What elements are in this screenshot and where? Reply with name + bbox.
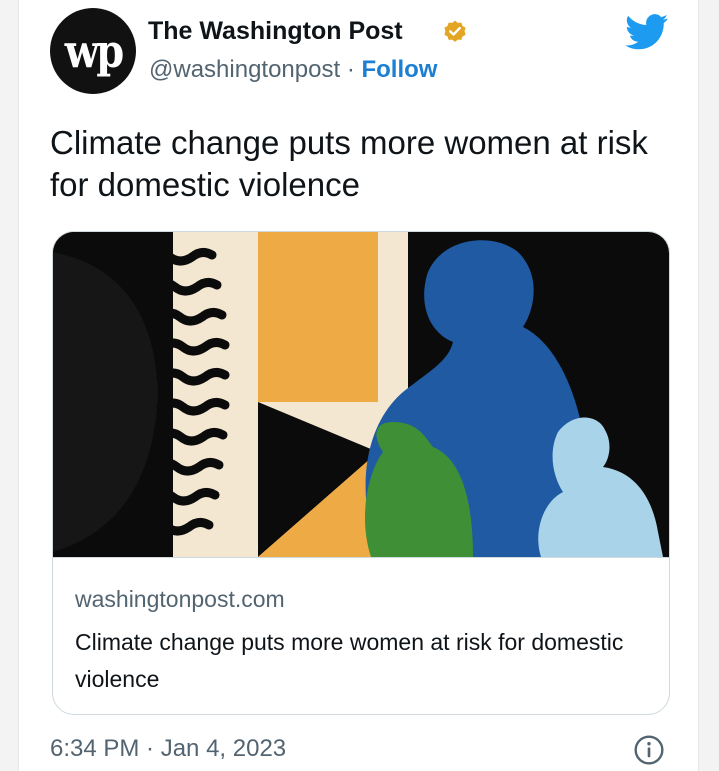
card-domain: washingtonpost.com <box>75 586 285 612</box>
twitter-bird-icon[interactable] <box>625 14 669 50</box>
tweet-card: wp The Washington Post @washingtonpost ·… <box>18 0 699 771</box>
tweet-timestamp[interactable]: 6:34 PM · Jan 4, 2023 <box>50 735 286 763</box>
handle-line: @washingtonpost · Follow <box>149 56 437 84</box>
account-handle[interactable]: @washingtonpost <box>149 56 340 83</box>
climate-illustration-icon <box>53 232 669 557</box>
account-name[interactable]: The Washington Post <box>148 17 403 46</box>
link-card[interactable]: washingtonpost.com Climate change puts m… <box>52 231 670 715</box>
verified-badge-icon <box>444 20 466 42</box>
avatar[interactable]: wp <box>50 8 136 94</box>
follow-link[interactable]: Follow <box>361 56 437 83</box>
avatar-monogram: wp <box>64 23 124 79</box>
card-title: Climate change puts more women at risk f… <box>75 629 624 692</box>
tweet-text: Climate change puts more women at risk f… <box>50 124 648 203</box>
info-icon[interactable] <box>633 734 665 766</box>
handle-separator: · <box>340 56 362 83</box>
card-divider <box>53 557 669 558</box>
